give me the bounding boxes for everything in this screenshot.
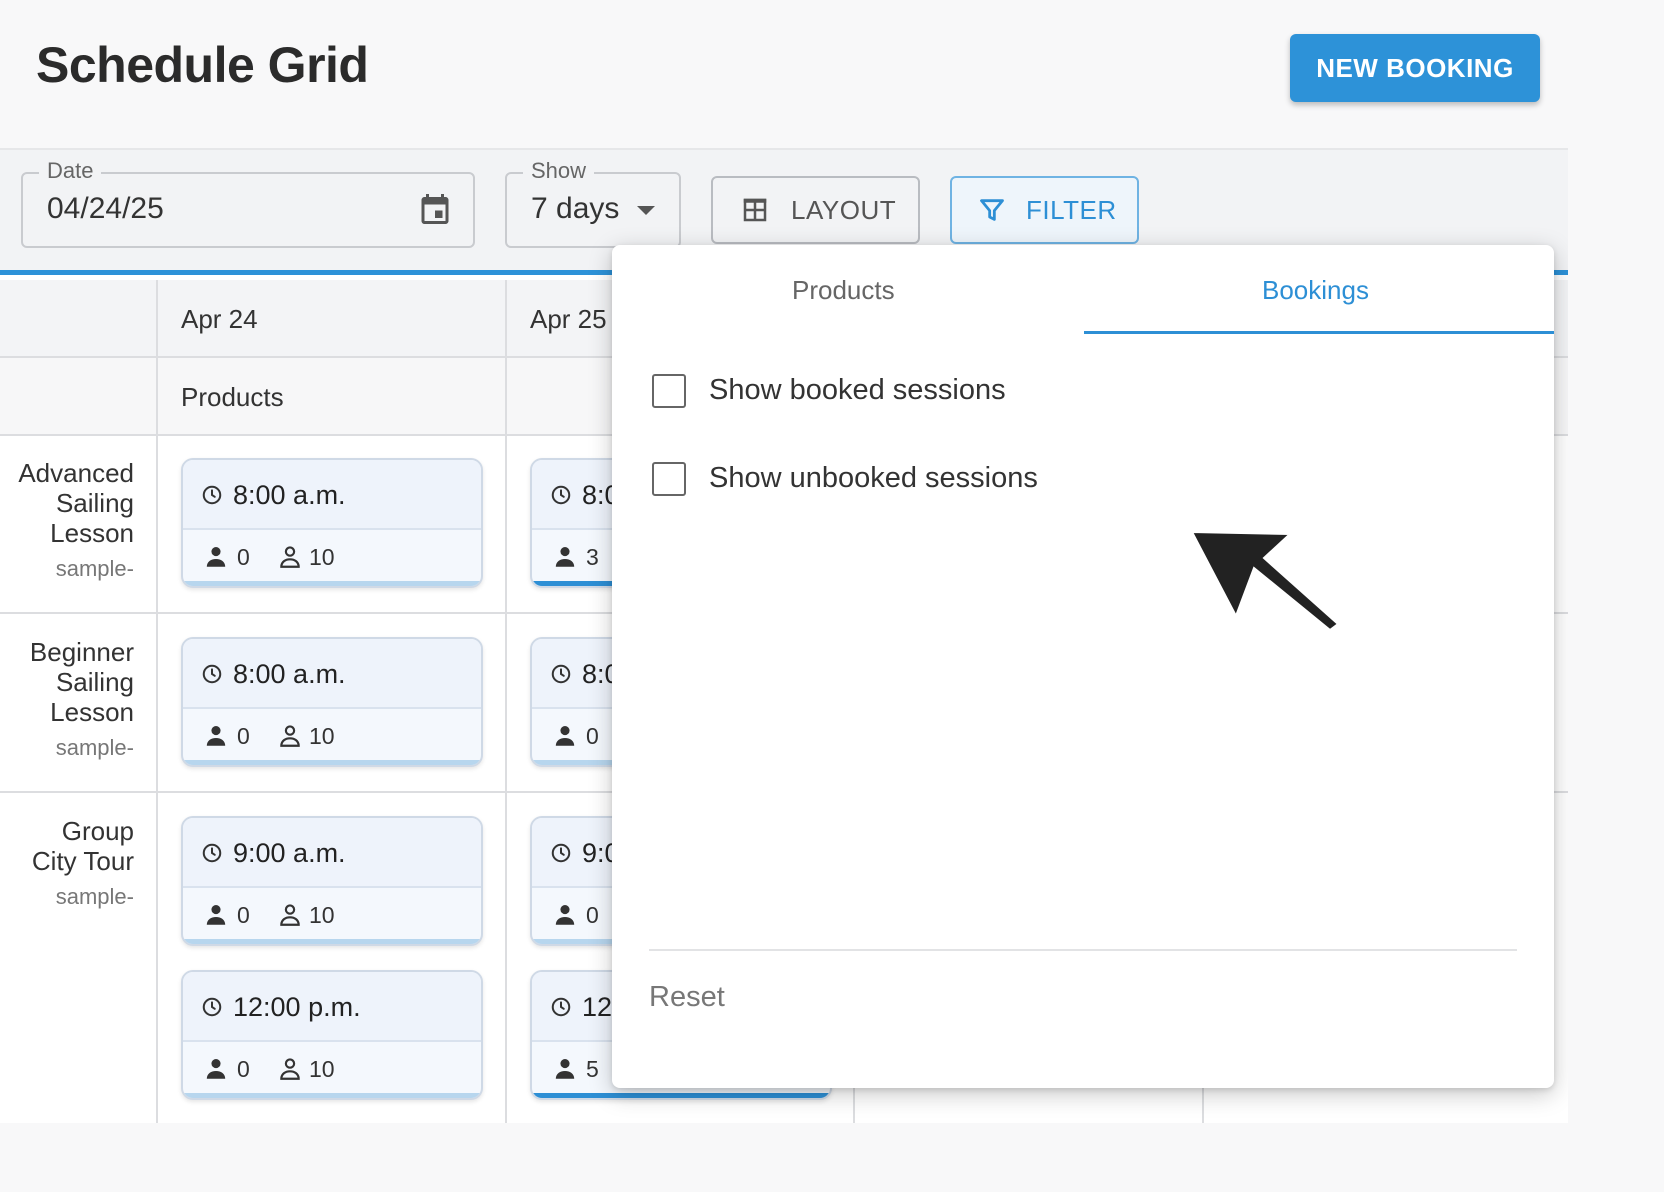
person-icon (203, 902, 229, 933)
person-icon (552, 723, 578, 754)
clock-icon (201, 663, 223, 690)
filter-button[interactable]: FILTER (950, 176, 1139, 244)
show-unbooked-checkbox[interactable] (652, 462, 686, 496)
reset-button[interactable]: Reset (649, 981, 725, 1014)
show-value[interactable]: 7 days (531, 192, 619, 226)
filter-popup: Products Bookings Show booked sessions S… (612, 245, 1554, 1088)
row-sample-code: sample- (55, 884, 134, 909)
row-label-line: Lesson (50, 697, 134, 727)
booked-count: 0 (237, 544, 250, 570)
booking-progress-bar (183, 1093, 481, 1098)
session-card[interactable]: 8:00 a.m. 0 10 (181, 458, 483, 588)
clock-icon (550, 484, 572, 511)
capacity-count: 10 (309, 544, 335, 570)
session-time: 12:00 p.m. (233, 992, 361, 1022)
row-label-line: Advanced (18, 458, 134, 488)
app-window: Schedule Grid NEW BOOKING Date 04/24/25 … (0, 0, 1568, 1123)
row-label-line: Beginner (29, 637, 134, 667)
column-date: Apr 24 (181, 304, 258, 334)
column-date: Apr 25 (530, 304, 607, 334)
session-card[interactable]: 9:00 a.m. 0 10 (181, 816, 483, 946)
booking-progress-bar (532, 1093, 830, 1098)
calendar-icon[interactable] (417, 190, 453, 233)
person-outline-icon (277, 723, 303, 754)
tab-bookings[interactable]: Bookings (1262, 275, 1369, 306)
layout-label: LAYOUT (791, 194, 897, 225)
person-outline-icon (277, 1056, 303, 1087)
person-icon (552, 544, 578, 575)
person-icon (203, 544, 229, 575)
filter-label: FILTER (1026, 194, 1117, 225)
booked-count: 0 (586, 902, 599, 928)
cursor-arrow-icon (1190, 530, 1340, 632)
page-title: Schedule Grid (36, 37, 369, 93)
session-time: 9:00 a.m. (233, 838, 346, 868)
session-time: 8:00 a.m. (233, 480, 346, 510)
row-label-line: Sailing (55, 667, 134, 697)
clock-icon (550, 996, 572, 1023)
booking-progress-bar (183, 760, 481, 765)
person-outline-icon (277, 902, 303, 933)
person-icon (552, 902, 578, 933)
person-outline-icon (277, 544, 303, 575)
popup-divider (649, 949, 1517, 951)
column-subheader: Products (181, 382, 284, 412)
grid-column-divider (156, 280, 158, 1123)
session-card[interactable]: 8:00 a.m. 0 10 (181, 637, 483, 767)
booked-count: 0 (586, 723, 599, 749)
person-icon (203, 1056, 229, 1087)
page-header: Schedule Grid NEW BOOKING (0, 0, 1568, 150)
grid-column-divider (505, 280, 507, 1123)
capacity-count: 10 (309, 1056, 335, 1082)
layout-button[interactable]: LAYOUT (711, 176, 920, 244)
booking-progress-bar (183, 581, 481, 586)
booked-count: 5 (586, 1056, 599, 1082)
booked-count: 0 (237, 1056, 250, 1082)
show-unbooked-label[interactable]: Show unbooked sessions (709, 462, 1038, 495)
show-booked-checkbox[interactable] (652, 374, 686, 408)
row-sample-code: sample- (55, 556, 134, 581)
clock-icon (550, 663, 572, 690)
row-label-product[interactable]: Beginner Sailing Lesson sample- (0, 637, 134, 763)
capacity-count: 10 (309, 902, 335, 928)
filter-icon (980, 199, 1004, 221)
table-icon (743, 198, 767, 222)
booked-count: 0 (237, 723, 250, 749)
clock-icon (201, 842, 223, 869)
clock-icon (201, 996, 223, 1023)
show-booked-label[interactable]: Show booked sessions (709, 374, 1006, 407)
active-tab-indicator (1084, 331, 1554, 334)
show-legend: Show (523, 158, 595, 184)
new-booking-button[interactable]: NEW BOOKING (1290, 34, 1540, 102)
person-icon (203, 723, 229, 754)
caret-down-icon[interactable] (637, 206, 655, 215)
row-label-line: Lesson (50, 518, 134, 548)
row-label-line: Group (61, 816, 134, 846)
tab-products[interactable]: Products (792, 275, 895, 306)
clock-icon (201, 484, 223, 511)
date-value[interactable]: 04/24/25 (47, 192, 164, 226)
row-label-product[interactable]: Advanced Sailing Lesson sample- (0, 458, 134, 584)
person-icon (552, 1056, 578, 1087)
clock-icon (550, 842, 572, 869)
booked-count: 3 (586, 544, 599, 570)
session-card[interactable]: 12:00 p.m. 0 10 (181, 970, 483, 1100)
booking-progress-bar (183, 939, 481, 944)
row-label-line: City Tour (31, 846, 134, 876)
row-sample-code: sample- (55, 735, 134, 760)
date-field[interactable]: Date 04/24/25 (21, 158, 475, 248)
row-label-product[interactable]: Group City Tour sample- (0, 816, 134, 912)
booked-count: 0 (237, 902, 250, 928)
show-select[interactable]: Show 7 days (505, 158, 681, 248)
date-legend: Date (39, 158, 102, 184)
session-time: 8:00 a.m. (233, 659, 346, 689)
row-label-line: Sailing (55, 488, 134, 518)
capacity-count: 10 (309, 723, 335, 749)
